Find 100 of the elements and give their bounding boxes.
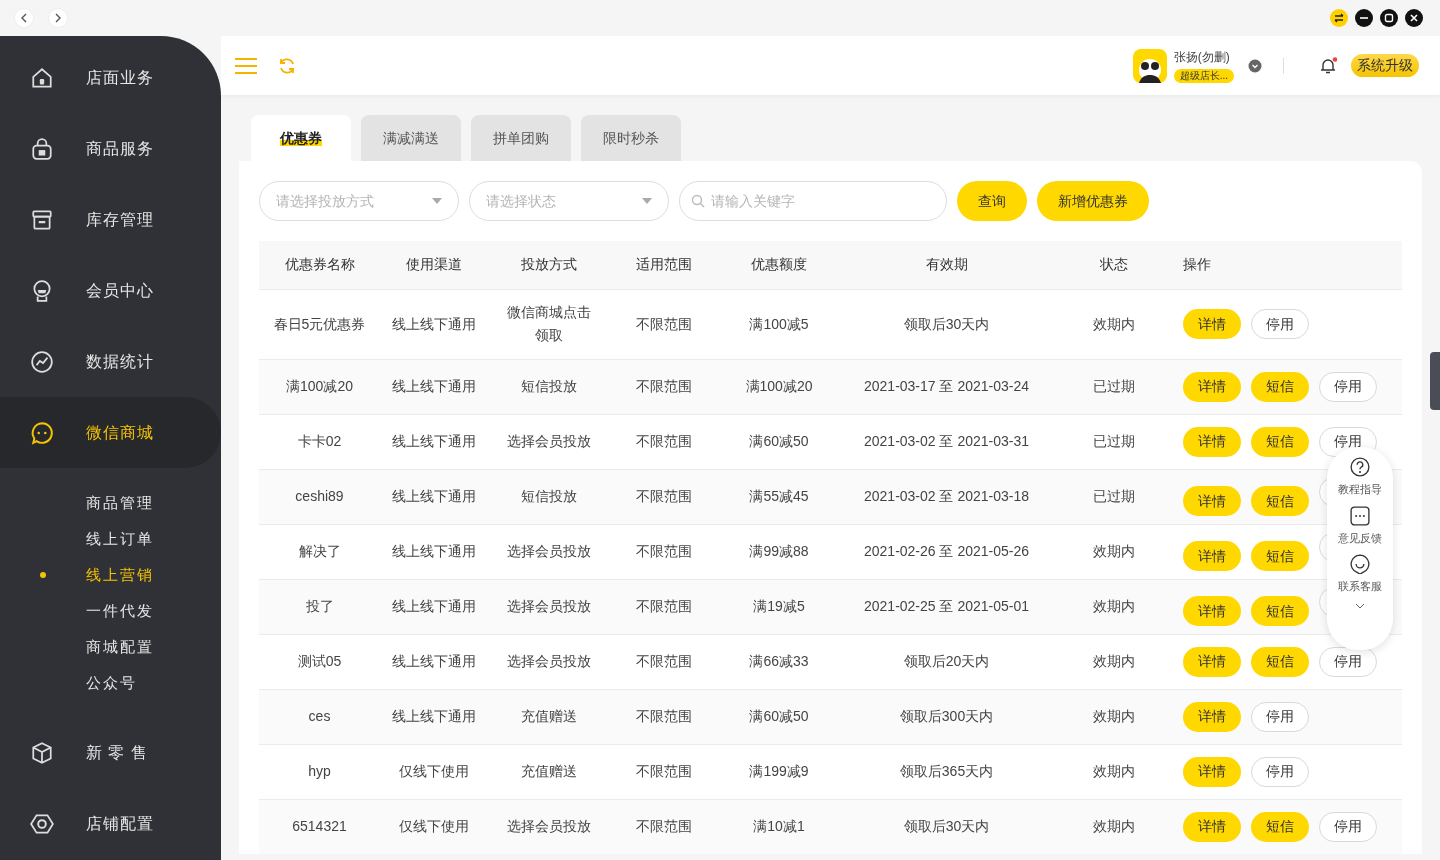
table-cell: 不限范围 [636,378,692,394]
action-button[interactable]: 短信 [1251,426,1309,457]
table-cell-text: 选择会员投放 [507,597,591,616]
help-label[interactable]: 联系客服 [1338,578,1382,595]
user-name: 张扬(勿删) [1173,48,1230,66]
question-icon[interactable] [1350,457,1370,477]
sidebar-item[interactable]: 数据统计 [0,326,221,397]
bag-icon [30,136,54,161]
chevron-down-icon[interactable] [1355,602,1365,609]
table-cell: 线上线下通用 [392,433,476,449]
action-button[interactable]: 短信 [1251,541,1309,572]
action-button[interactable]: 详情 [1183,371,1241,402]
disable-button[interactable]: 停用 [1319,811,1377,842]
add-coupon-button[interactable]: 新增优惠券 [1037,181,1149,221]
submenu-item[interactable]: 一件代发 [0,593,221,629]
sidebar-item[interactable]: 新 零 售 [0,717,221,788]
table-cell: 不限范围 [636,315,692,332]
column-header: 有效期 [925,256,968,273]
column-header: 状态 [1100,256,1128,273]
disable-button[interactable]: 停用 [1319,371,1377,402]
query-button[interactable]: 查询 [957,181,1027,221]
action-button[interactable]: 短信 [1251,486,1309,517]
table-cell: 领取后30天内 [903,315,990,332]
table-cell-text: 选择会员投放 [507,542,591,561]
action-button[interactable]: 详情 [1183,541,1241,572]
table-cell: 仅线下使用 [399,818,469,835]
disable-button[interactable]: 停用 [1251,309,1309,339]
cube-icon [30,740,54,765]
role-tag: 超级店长... [1173,69,1234,84]
submenu-item[interactable]: 公众号 [0,665,221,701]
maximize-icon [1383,13,1394,23]
table-cell-text: 微信商城点击领取 [506,303,592,345]
disable-button[interactable]: 停用 [1251,701,1309,732]
table-cell: 满99减88 [749,543,809,559]
action-button[interactable]: 详情 [1183,646,1241,677]
disable-button[interactable]: 停用 [1251,756,1309,787]
chat-icon[interactable] [1350,554,1370,574]
table-cell: 效期内 [1093,708,1135,724]
sidebar-item[interactable]: 微信商城 [0,397,221,468]
tab[interactable]: 拼单团购 [471,115,571,161]
avatar[interactable] [1132,48,1167,83]
action-button[interactable]: 详情 [1183,486,1241,517]
action-button[interactable]: 详情 [1183,596,1241,627]
action-button[interactable]: 详情 [1183,426,1241,457]
minimize-button[interactable] [1354,9,1373,27]
table-cell: 满19减5 [753,598,805,614]
action-button[interactable]: 短信 [1251,646,1309,677]
action-button[interactable]: 详情 [1183,756,1241,787]
table-cell-text: 选择会员投放 [507,652,591,671]
disable-button[interactable]: 停用 [1319,646,1377,677]
tab[interactable]: 满减满送 [361,115,461,161]
table-cell: 2021-02-25 至 2021-05-01 [864,598,1029,614]
tab[interactable]: 限时秒杀 [581,115,681,161]
table-cell: 满100减20 [745,378,813,394]
submenu-item[interactable]: 线上营销 [0,557,221,593]
search-field[interactable]: 请输入关键字 [679,181,947,221]
column-header: 使用渠道 [406,256,462,273]
action-button[interactable]: 短信 [1251,596,1309,627]
submenu-item[interactable]: 商城配置 [0,629,221,665]
action-button[interactable]: 详情 [1183,701,1241,732]
swap-icon [1333,13,1344,23]
table-cell: 2021-03-17 至 2021-03-24 [864,378,1029,394]
table-cell: 满100减5 [749,315,809,332]
sidebar-item[interactable]: 商品服务 [0,113,221,184]
sidebar-item[interactable]: 店面业务 [0,42,221,113]
box-icon [30,207,54,232]
submenu-item[interactable]: 线上订单 [0,521,221,557]
sidebar-item[interactable]: 会员中心 [0,255,221,326]
dropdown-icon[interactable] [1248,58,1262,73]
submenu-item[interactable]: 商品管理 [0,485,221,521]
table-cell: 线上线下通用 [392,653,476,669]
side-handle[interactable] [1430,352,1440,410]
table-cell: 线上线下通用 [392,488,476,504]
table-cell: 已过期 [1093,378,1135,394]
column-header: 优惠券名称 [284,256,355,273]
help-label[interactable]: 教程指导 [1338,481,1382,498]
sidebar-item[interactable]: 库存管理 [0,184,221,255]
table-cell: 线上线下通用 [392,708,476,724]
active-dot-icon [40,572,46,578]
help-label[interactable]: 意见反馈 [1338,529,1382,546]
table-cell: 线上线下通用 [392,378,476,394]
bell-icon[interactable] [1319,56,1337,75]
chevron-left-icon [20,13,28,23]
action-button[interactable]: 详情 [1183,309,1241,339]
sidebar-item[interactable]: 店铺配置 [0,788,221,859]
upgrade-button[interactable]: 系统升级 [1351,54,1419,77]
table-cell: 效期内 [1093,543,1135,559]
caret-icon [432,198,442,204]
switch-button[interactable] [1329,9,1348,27]
close-button[interactable] [1404,9,1423,27]
column-header: 操作 [1183,256,1211,273]
maximize-button[interactable] [1379,9,1398,27]
message-icon[interactable] [1350,505,1370,526]
table-cell: 春日5元优惠券 [273,315,366,332]
caret-icon [642,198,652,204]
action-button[interactable]: 短信 [1251,371,1309,402]
table-cell: 线上线下通用 [392,543,476,559]
action-button[interactable]: 短信 [1251,811,1309,842]
action-button[interactable]: 详情 [1183,811,1241,842]
table-cell: 效期内 [1093,315,1135,332]
